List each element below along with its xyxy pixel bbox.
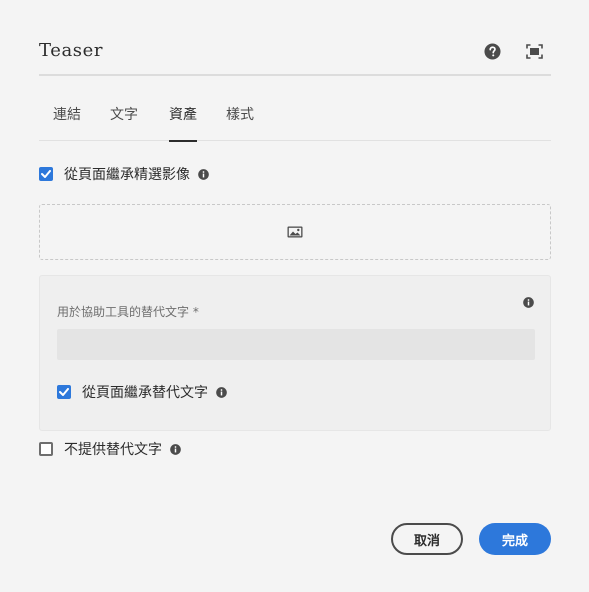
tab-styles[interactable]: 樣式 [226, 103, 254, 141]
alt-text-label: 用於協助工具的替代文字 * [57, 305, 199, 319]
info-icon[interactable] [198, 168, 209, 180]
checkmark-icon [41, 170, 51, 178]
tab-text[interactable]: 文字 [110, 103, 138, 141]
info-icon[interactable] [523, 293, 534, 308]
teaser-dialog: Teaser 連結 文字 資產 樣式 從頁面繼承精選影像 用於協助工具的替代文字… [0, 0, 589, 592]
inherit-alt-text-label: 從頁面繼承替代文字 [82, 385, 208, 401]
info-icon[interactable] [216, 386, 227, 398]
dialog-title: Teaser [39, 40, 104, 61]
cancel-button[interactable]: 取消 [391, 523, 463, 555]
info-icon[interactable] [170, 443, 181, 455]
tab-bar: 連結 文字 資產 樣式 [39, 103, 551, 142]
fullscreen-button[interactable] [525, 42, 543, 60]
header-divider [39, 74, 551, 76]
image-icon [287, 226, 303, 238]
tab-link[interactable]: 連結 [53, 103, 81, 141]
inherit-featured-image-checkbox[interactable] [39, 167, 53, 181]
checkmark-icon [59, 388, 69, 396]
help-button[interactable] [483, 42, 501, 60]
tab-assets[interactable]: 資產 [169, 103, 197, 142]
alt-text-panel: 用於協助工具的替代文字 * 從頁面繼承替代文字 [39, 275, 551, 431]
inherit-alt-text-checkbox[interactable] [57, 385, 71, 399]
done-button[interactable]: 完成 [479, 523, 551, 555]
alt-text-input[interactable] [57, 329, 535, 360]
inherit-alt-text-row: 從頁面繼承替代文字 [57, 382, 227, 402]
image-dropzone[interactable] [39, 204, 551, 260]
help-icon [483, 42, 501, 60]
fullscreen-icon [525, 43, 543, 59]
no-alt-text-label: 不提供替代文字 [64, 442, 162, 458]
inherit-featured-image-label: 從頁面繼承精選影像 [64, 167, 190, 183]
inherit-featured-image-row: 從頁面繼承精選影像 [39, 164, 209, 184]
no-alt-text-checkbox[interactable] [39, 442, 53, 456]
no-alt-text-row: 不提供替代文字 [39, 439, 181, 459]
